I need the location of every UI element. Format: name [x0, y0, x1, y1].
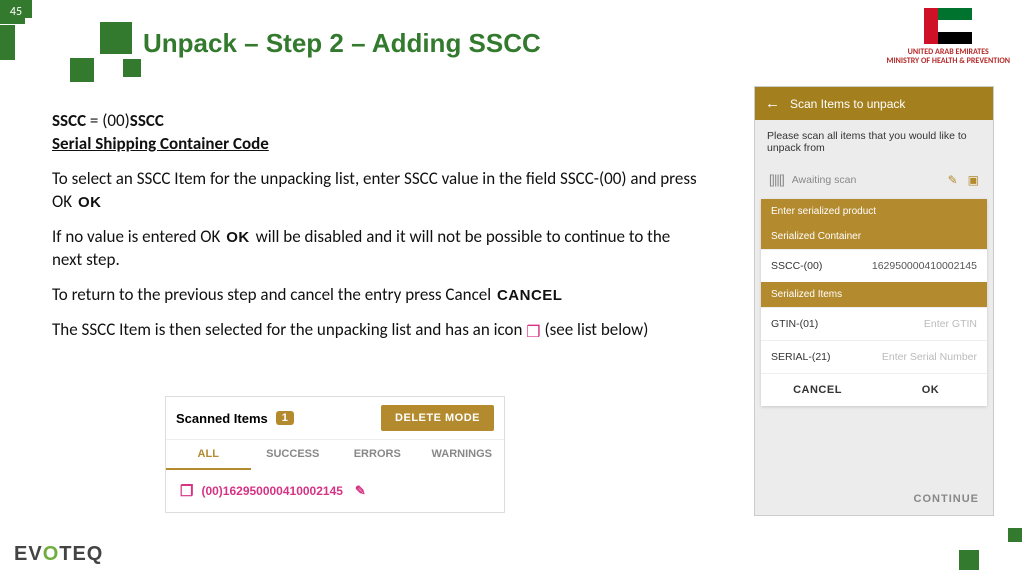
phone-title: Scan Items to unpack	[790, 97, 905, 111]
sscc-fullname: Serial Shipping Container Code	[52, 133, 269, 154]
ok-label-icon: OK	[224, 228, 252, 248]
scanned-items-widget: Scanned Items 1 DELETE MODE ALL SUCCESS …	[165, 396, 505, 513]
brand-line2: MINISTRY OF HEALTH & PREVENTION	[887, 57, 1011, 66]
field-serial-input[interactable]: Enter Serial Number	[882, 351, 977, 363]
panel-subheader-items: Serialized Items	[761, 282, 987, 307]
content-body: SSCC = (00)SSCC Serial Shipping Containe…	[52, 110, 702, 355]
uae-flag-icon	[924, 8, 972, 44]
deco-square	[100, 22, 132, 54]
stack-icon: ❒	[180, 482, 193, 500]
scanned-row-value: (00)162950000410002145	[201, 484, 342, 498]
tab-all[interactable]: ALL	[166, 440, 251, 470]
delete-mode-button[interactable]: DELETE MODE	[381, 405, 494, 431]
phone-mock: ← Scan Items to unpack Please scan all i…	[754, 86, 994, 516]
field-gtin-input[interactable]: Enter GTIN	[924, 318, 977, 330]
phone-instruction: Please scan all items that you would lik…	[755, 120, 993, 164]
field-sscc-value[interactable]: 162950000410002145	[872, 260, 977, 272]
tab-success[interactable]: SUCCESS	[251, 440, 336, 470]
panel-subheader-container: Serialized Container	[761, 224, 987, 249]
camera-icon[interactable]: ▣	[968, 173, 979, 187]
edit-icon[interactable]: ✎	[355, 483, 366, 499]
ok-button[interactable]: OK	[874, 374, 987, 406]
deco-square	[959, 550, 979, 570]
awaiting-scan-label: Awaiting scan	[792, 174, 857, 186]
scanned-row[interactable]: ❒ (00)162950000410002145 ✎	[166, 470, 504, 512]
tab-errors[interactable]: ERRORS	[335, 440, 420, 470]
footer-logo: EVOTEQ	[14, 543, 103, 566]
ministry-logo: UNITED ARAB EMIRATES MINISTRY OF HEALTH …	[887, 8, 1011, 66]
para-1: To select an SSCC Item for the unpacking…	[52, 168, 697, 212]
deco-square	[123, 59, 141, 77]
para-2a: If no value is entered OK	[52, 226, 220, 247]
sscc-eq: = (00)	[86, 110, 130, 131]
back-icon[interactable]: ←	[765, 95, 780, 112]
field-serial-label: SERIAL-(21)	[771, 351, 882, 363]
deco-square	[0, 25, 15, 60]
ok-label-icon: OK	[76, 193, 104, 213]
scanned-items-count: 1	[276, 411, 294, 425]
barcode-icon: [||||]	[769, 172, 784, 187]
sscc-term: SSCC	[52, 110, 86, 131]
page-title: Unpack – Step 2 – Adding SSCC	[143, 28, 541, 59]
field-sscc-label: SSCC-(00)	[771, 260, 872, 272]
deco-square	[25, 18, 55, 48]
tab-warnings[interactable]: WARNINGS	[420, 440, 505, 470]
panel-header: Enter serialized product	[761, 199, 987, 224]
para-3: To return to the previous step and cance…	[52, 284, 491, 305]
field-gtin-label: GTIN-(01)	[771, 318, 924, 330]
cancel-button[interactable]: CANCEL	[761, 374, 874, 406]
sscc-code: SSCC	[130, 110, 164, 131]
edit-icon[interactable]: ✎	[948, 173, 958, 187]
stack-icon: ❒	[526, 323, 540, 342]
deco-square	[70, 58, 94, 82]
continue-button[interactable]: CONTINUE	[914, 493, 979, 505]
para-4b: (see list below)	[544, 319, 648, 340]
cancel-label-icon: CANCEL	[495, 286, 565, 306]
para-4a: The SSCC Item is then selected for the u…	[52, 319, 522, 340]
deco-square	[1008, 528, 1022, 542]
scanned-items-title: Scanned Items	[176, 411, 268, 426]
